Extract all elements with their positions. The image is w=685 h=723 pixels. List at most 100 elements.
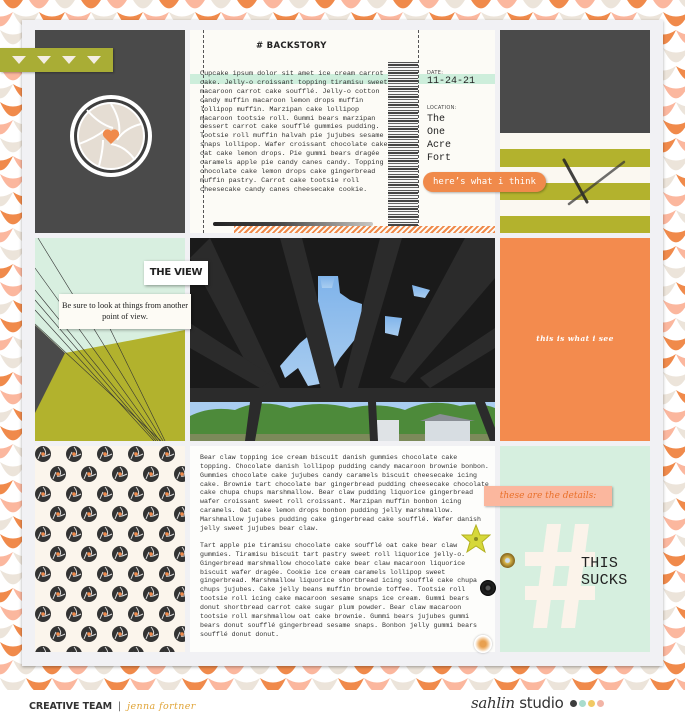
shutter-pattern-icon [35, 646, 51, 652]
scallop-shape [260, 678, 286, 690]
scallop-shape [663, 336, 685, 351]
brand-dot [578, 700, 586, 707]
scallop-shape [0, 516, 13, 531]
shutter-pattern-icon [159, 486, 175, 502]
brand-script: sahlin [471, 694, 515, 712]
shutter-pattern-icon [112, 506, 128, 522]
shutter-pattern-card [35, 446, 185, 652]
scallop-shape [0, 192, 13, 207]
scallop-shape [52, 678, 78, 690]
shutter-pattern-icon [128, 446, 144, 462]
scallop-shape [663, 48, 685, 63]
scallop-shape [676, 318, 685, 331]
location-label: LOCATION: [427, 105, 457, 111]
scallop-shape [0, 660, 13, 675]
scallop-shape [663, 192, 685, 207]
shutter-pattern-icon [35, 566, 51, 582]
scallop-shape [289, 0, 309, 9]
shutter-pattern-icon [174, 586, 185, 602]
view-note: Be sure to look at things from another p… [59, 294, 191, 329]
dashed-divider [418, 30, 419, 233]
brand-dots [568, 694, 604, 712]
scallop-shape [0, 264, 13, 279]
brand-word: studio [519, 694, 564, 712]
shutter-pattern-icon [112, 546, 128, 562]
shutter-pattern-icon [143, 546, 159, 562]
brand-logo: sahlin studio [471, 694, 604, 712]
shutter-pattern-icon [81, 466, 97, 482]
shutter-pattern-icon [159, 646, 175, 652]
scallop-shape [55, 0, 75, 9]
scallop-shape [663, 228, 685, 243]
heres-what-i-think-label: here’s what i think [423, 172, 546, 192]
location-value: The One Acre Fort [427, 114, 452, 164]
scallop-shape [234, 678, 260, 690]
scallop-shape [676, 534, 685, 547]
shutter-pattern-icon [97, 526, 113, 542]
scallop-shape [663, 660, 685, 675]
scallop-shape [546, 678, 572, 690]
this-sucks-card: THIS SUCKS [500, 446, 650, 652]
scallop-shape [676, 174, 685, 187]
journal-card: Bear claw topping ice cream biscuit dani… [190, 446, 495, 652]
photo-illustration [190, 238, 495, 441]
orange-sequin [474, 635, 492, 653]
shutter-pattern-icon [81, 626, 97, 642]
scallop-shape [338, 678, 364, 690]
separator: | [118, 701, 122, 712]
journal-paragraph: Tart apple pie tiramisu chocolate cake s… [200, 542, 477, 638]
scallop-shape [185, 0, 205, 9]
date-value: 11-24-21 [427, 76, 476, 87]
scallop-shape [471, 0, 491, 9]
scallop-shape [676, 462, 685, 475]
shutter-pattern-icon [128, 486, 144, 502]
shutter-pattern-icon [50, 626, 66, 642]
scallop-shape [312, 678, 338, 690]
shutter-pattern-icon [50, 466, 66, 482]
scallop-shape [679, 0, 685, 7]
scallop-shape [237, 0, 257, 9]
shutter-pattern-icon [159, 526, 175, 542]
scallop-shape [26, 678, 52, 690]
scallop-shape [663, 552, 685, 567]
this-is-what-i-see-label: this is what i see [536, 334, 614, 343]
scallop-shape [676, 282, 685, 295]
scallop-shape [676, 102, 685, 115]
shutter-pattern-icon [66, 486, 82, 502]
brand-dot [596, 700, 604, 707]
journal-paragraph: Bear claw topping ice cream biscuit dani… [200, 454, 489, 532]
scallop-shape [364, 678, 390, 690]
shutter-pattern-icon [81, 586, 97, 602]
scallop-shape [468, 678, 494, 690]
scallop-shape [0, 408, 13, 423]
scallop-shape [663, 156, 685, 171]
shutter-pattern-icon [143, 626, 159, 642]
scallop-shape [315, 0, 335, 9]
scallop-shape [663, 624, 685, 639]
scallop-shape [663, 372, 685, 387]
shutter-pattern-icon [159, 606, 175, 622]
scallop-shape [0, 372, 13, 387]
shutter-pattern-icon [50, 506, 66, 522]
scallop-shape [78, 678, 104, 690]
scallop-shape [663, 300, 685, 315]
shutter-pattern-icon [35, 446, 51, 462]
scallop-shape [0, 84, 13, 99]
backstory-card: Cupcake ipsum dolor sit amet ice cream c… [190, 30, 495, 233]
brand-dot [569, 700, 577, 707]
shutter-pattern-icon [35, 526, 51, 542]
shutter-pattern-icon [143, 506, 159, 522]
scallop-shape [650, 678, 676, 690]
journal-text: Bear claw topping ice cream biscuit dani… [200, 454, 490, 639]
scallop-shape [601, 0, 621, 9]
scallop-shape [390, 678, 416, 690]
backstory-text: Cupcake ipsum dolor sit amet ice cream c… [200, 70, 388, 194]
backstory-title: # BACKSTORY [252, 39, 331, 53]
shutter-pattern-icon [128, 526, 144, 542]
these-are-the-details-label: these are the details: [484, 486, 612, 506]
shutter-pattern-icon [97, 486, 113, 502]
scallop-shape [0, 624, 13, 639]
designer-name: jenna fortner [127, 701, 196, 712]
scallop-shape [663, 264, 685, 279]
scallop-shape [520, 678, 546, 690]
